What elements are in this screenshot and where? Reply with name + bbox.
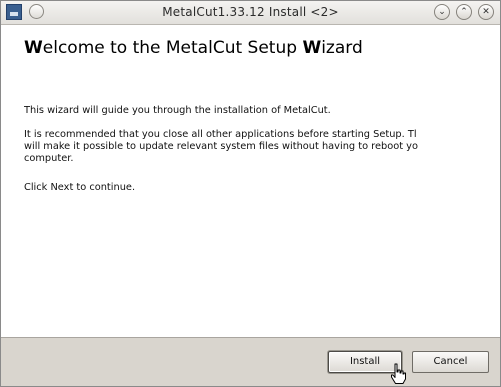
heading-text-end: izard	[321, 38, 363, 58]
recommendation-line-3: computer.	[24, 153, 74, 164]
minimize-button[interactable]: ⌄	[434, 4, 450, 20]
heading-text: elcome to the MetalCut Setup	[42, 38, 303, 58]
recommendation-line-2: will make it possible to update relevant…	[24, 141, 418, 152]
intro-text: This wizard will guide you through the i…	[24, 105, 331, 116]
continue-instruction: Click Next to continue.	[24, 182, 136, 193]
cancel-button[interactable]: Cancel	[412, 351, 489, 373]
window-title: MetalCut1.33.12 Install <2>	[162, 5, 339, 19]
close-button[interactable]: ✕	[478, 4, 494, 20]
button-bar: Install Cancel	[1, 338, 500, 386]
heading-initial-w2: W	[302, 38, 322, 58]
maximize-button[interactable]: ⌃	[456, 4, 472, 20]
hand-pointer-icon	[391, 363, 406, 384]
recommendation-line-1: It is recommended that you close all oth…	[24, 129, 417, 140]
heading-initial-w: W	[24, 38, 43, 58]
page-title: Welcome to the MetalCut Setup Wizard	[24, 38, 363, 58]
title-bar[interactable]: MetalCut1.33.12 Install <2> ⌄ ⌃ ✕	[1, 1, 500, 25]
installer-window: MetalCut1.33.12 Install <2> ⌄ ⌃ ✕ Welcom…	[0, 0, 501, 387]
wizard-content: Welcome to the MetalCut Setup Wizard Thi…	[1, 25, 500, 338]
